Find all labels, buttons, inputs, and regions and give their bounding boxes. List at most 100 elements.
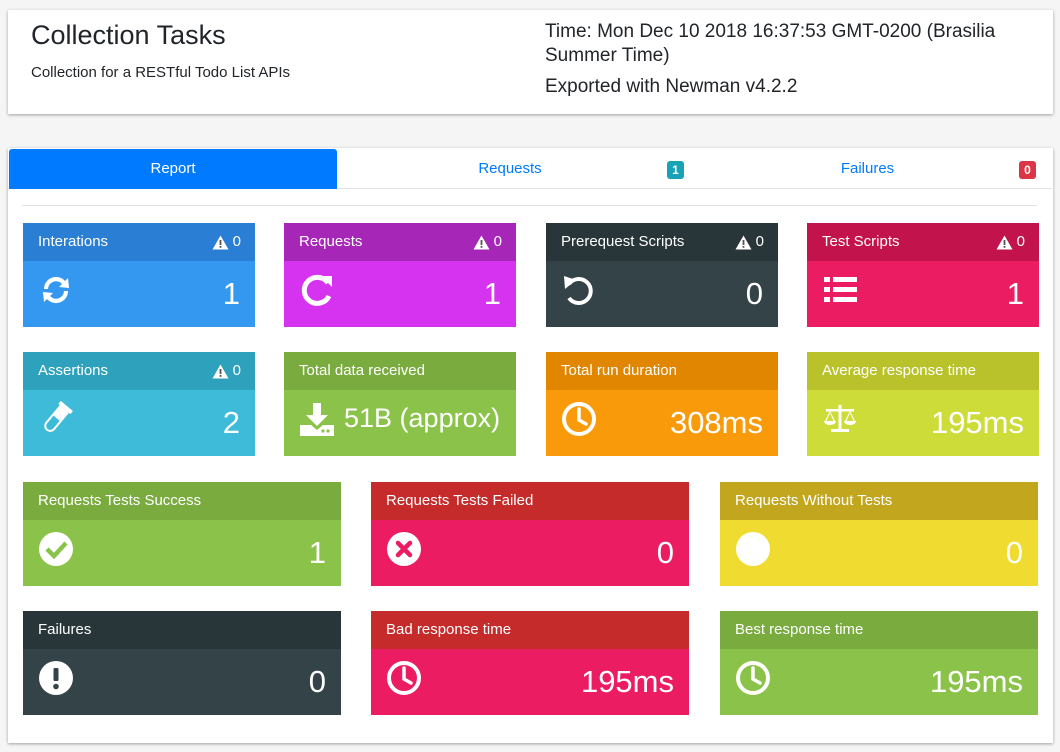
tile-title: Assertions 0 bbox=[23, 352, 255, 390]
tile-failures: Failures 0 bbox=[23, 611, 341, 715]
tile-title: Requests Tests Failed bbox=[371, 482, 689, 520]
clock-icon bbox=[561, 401, 597, 437]
tab-report[interactable]: Report bbox=[9, 149, 337, 189]
tile-total-data-received: Total data received 51B (approx) bbox=[284, 352, 516, 456]
tile-bad-response-time: Bad response time 195ms bbox=[371, 611, 689, 715]
tile-body: 1 bbox=[807, 261, 1039, 327]
tile-body: 0 bbox=[546, 261, 778, 327]
warning-count-value: 0 bbox=[755, 233, 764, 250]
tile-value: 308ms bbox=[669, 405, 763, 440]
export-info: Exported with Newman v4.2.2 bbox=[545, 76, 798, 97]
warning-icon bbox=[996, 235, 1013, 249]
tile-title: Test Scripts 0 bbox=[807, 223, 1039, 261]
tab-requests-label: Requests bbox=[478, 160, 542, 177]
tile-title-label: Requests Tests Failed bbox=[386, 492, 534, 509]
circle-icon bbox=[735, 531, 771, 567]
requests-count-badge: 1 bbox=[667, 161, 684, 179]
tile-title-label: Requests bbox=[299, 233, 363, 250]
tile-test-scripts: Test Scripts 0 1 bbox=[807, 223, 1039, 327]
tile-value: 1 bbox=[483, 276, 501, 311]
redo-icon bbox=[299, 272, 335, 308]
tile-title-label: Requests Without Tests bbox=[735, 492, 893, 509]
tile-title-label: Total data received bbox=[299, 362, 425, 379]
tile-body: 308ms bbox=[546, 390, 778, 456]
tile-body: 51B (approx) bbox=[284, 390, 516, 456]
tile-body: 195ms bbox=[371, 649, 689, 715]
tile-title: Bad response time bbox=[371, 611, 689, 649]
warning-icon bbox=[212, 364, 229, 378]
tile-title-label: Prerequest Scripts bbox=[561, 233, 685, 250]
tile-value: 195ms bbox=[580, 664, 674, 699]
tile-title-label: Requests Tests Success bbox=[38, 492, 202, 509]
page-title: Collection Tasks bbox=[31, 20, 226, 50]
tile-interations: Interations 0 1 bbox=[23, 223, 255, 327]
tile-title: Average response time bbox=[807, 352, 1039, 390]
flask-icon bbox=[38, 401, 74, 437]
tile-value: 0 bbox=[656, 535, 674, 570]
tile-title: Best response time bbox=[720, 611, 1038, 649]
warning-icon bbox=[473, 235, 490, 249]
check-circle-icon bbox=[38, 531, 74, 567]
tile-body: 1 bbox=[23, 261, 255, 327]
tile-title: Prerequest Scripts 0 bbox=[546, 223, 778, 261]
undo-icon bbox=[561, 272, 597, 308]
balance-icon bbox=[822, 401, 858, 437]
tile-title-label: Bad response time bbox=[386, 621, 512, 638]
tile-average-response-time: Average response time 195ms bbox=[807, 352, 1039, 456]
warning-count: 0 bbox=[735, 223, 764, 261]
tile-value: 0 bbox=[745, 276, 763, 311]
warning-count-value: 0 bbox=[1016, 233, 1025, 250]
tile-body: 1 bbox=[284, 261, 516, 327]
tile-title-label: Test Scripts bbox=[822, 233, 900, 250]
tile-requests-tests-success: Requests Tests Success 1 bbox=[23, 482, 341, 586]
tile-body: 0 bbox=[371, 520, 689, 586]
warning-count-value: 0 bbox=[493, 233, 502, 250]
tile-requests-tests-failed: Requests Tests Failed 0 bbox=[371, 482, 689, 586]
exclamation-circle-icon bbox=[38, 660, 74, 696]
tile-title-label: Interations bbox=[38, 233, 109, 250]
tile-value: 2 bbox=[222, 405, 240, 440]
failures-count-badge: 0 bbox=[1019, 161, 1036, 179]
tile-best-response-time: Best response time 195ms bbox=[720, 611, 1038, 715]
tile-value: 1 bbox=[308, 535, 326, 570]
tile-title: Requests Tests Success bbox=[23, 482, 341, 520]
tile-body: 1 bbox=[23, 520, 341, 586]
tile-body: 2 bbox=[23, 390, 255, 456]
tile-title: Interations 0 bbox=[23, 223, 255, 261]
tile-value: 0 bbox=[1005, 535, 1023, 570]
divider bbox=[22, 205, 1037, 206]
tile-value: 0 bbox=[308, 664, 326, 699]
tile-body: 0 bbox=[23, 649, 341, 715]
tile-title-label: Best response time bbox=[735, 621, 864, 638]
tile-value: 195ms bbox=[929, 664, 1023, 699]
tab-report-label: Report bbox=[150, 160, 196, 177]
tile-title: Requests Without Tests bbox=[720, 482, 1038, 520]
tile-title: Total run duration bbox=[546, 352, 778, 390]
tile-body: 0 bbox=[720, 520, 1038, 586]
warning-count: 0 bbox=[996, 223, 1025, 261]
warning-count: 0 bbox=[473, 223, 502, 261]
tile-title-label: Assertions bbox=[38, 362, 109, 379]
warning-count-value: 0 bbox=[232, 233, 241, 250]
warning-count-value: 0 bbox=[232, 362, 241, 379]
list-icon bbox=[822, 272, 858, 308]
warning-icon bbox=[212, 235, 229, 249]
tile-value: 1 bbox=[1006, 276, 1024, 311]
tile-requests: Requests 0 1 bbox=[284, 223, 516, 327]
warning-icon bbox=[735, 235, 752, 249]
tile-value: 1 bbox=[222, 276, 240, 311]
tile-requests-without-tests: Requests Without Tests 0 bbox=[720, 482, 1038, 586]
clock-icon bbox=[735, 660, 771, 696]
tile-title-label: Failures bbox=[38, 621, 92, 638]
collection-description: Collection for a RESTful Todo List APIs bbox=[31, 64, 291, 81]
sync-icon bbox=[38, 272, 74, 308]
warning-count: 0 bbox=[212, 223, 241, 261]
tab-failures-label: Failures bbox=[840, 160, 895, 177]
run-time: Time: Mon Dec 10 2018 16:37:53 GMT-0200 … bbox=[545, 21, 996, 66]
tab-bar: Report Requests 1 Failures 0 bbox=[9, 149, 1052, 189]
tile-title-label: Average response time bbox=[822, 362, 976, 379]
tab-failures[interactable]: Failures 0 bbox=[683, 149, 1052, 189]
tile-total-run-duration: Total run duration 308ms bbox=[546, 352, 778, 456]
tab-requests[interactable]: Requests 1 bbox=[337, 149, 684, 189]
tile-title: Total data received bbox=[284, 352, 516, 390]
